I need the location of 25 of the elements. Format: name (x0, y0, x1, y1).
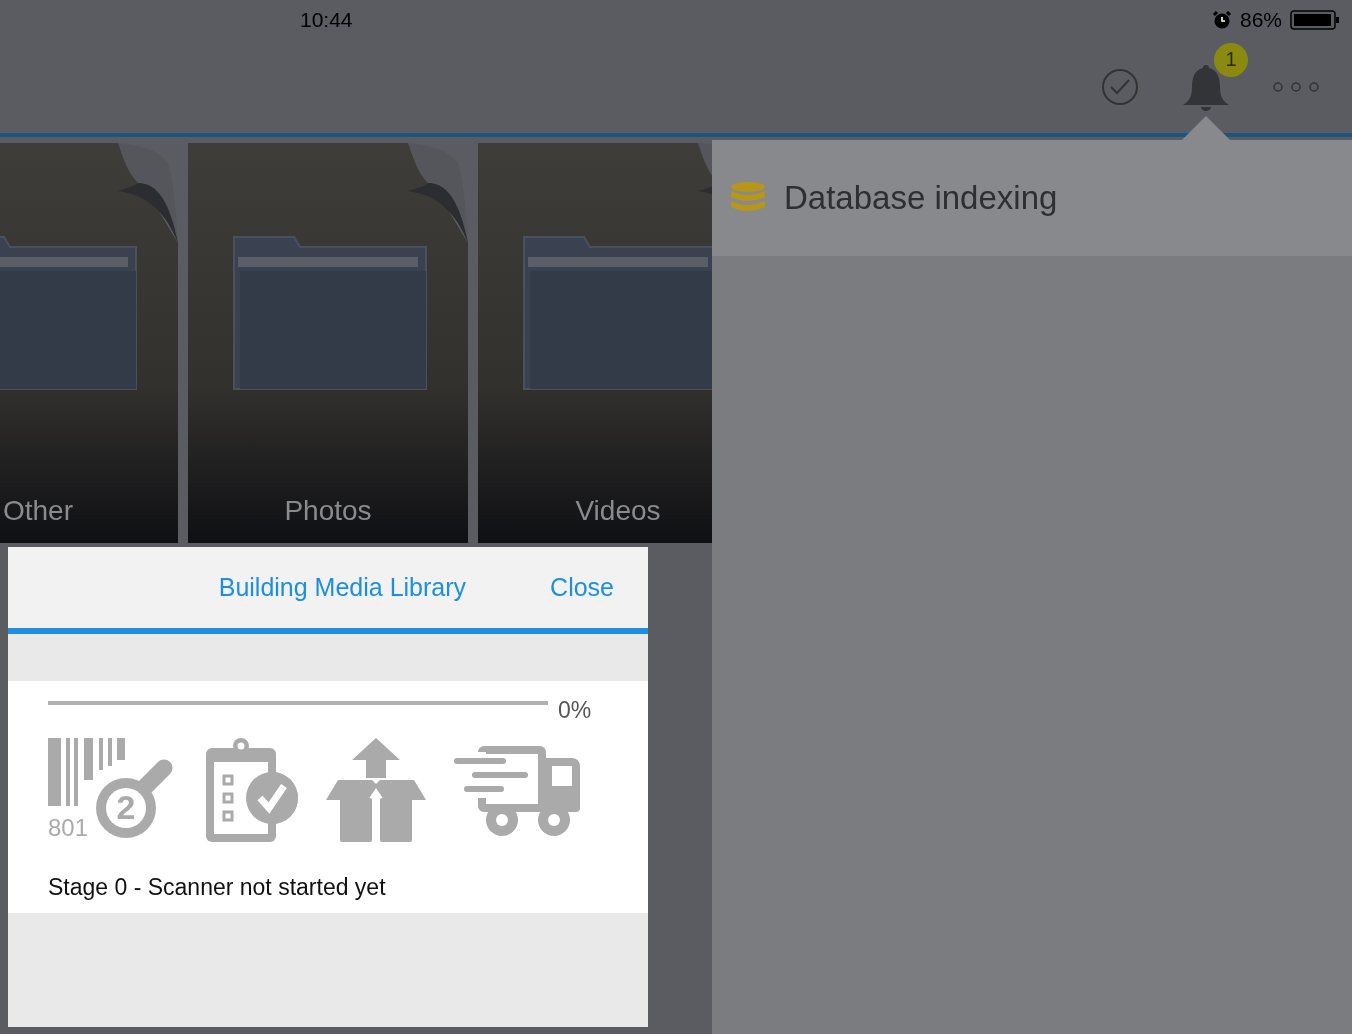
folder-tile[interactable]: Videos (478, 143, 712, 543)
battery-percentage: 86% (1239, 8, 1282, 32)
progress-percentage: 0% (558, 697, 592, 724)
folder-icon (230, 233, 430, 393)
box-upload-icon (326, 738, 426, 842)
dialog-title: Building Media Library (218, 573, 467, 602)
alarm-clock-icon (1211, 10, 1232, 30)
folder-label: Videos (575, 495, 661, 528)
folder-label: Other (3, 495, 73, 528)
folder-icon (0, 233, 140, 393)
folder-tile[interactable]: Photos (188, 143, 468, 543)
close-button[interactable]: Close (550, 573, 614, 602)
page-curl-icon (118, 143, 178, 243)
clipboard-checklist-icon (206, 738, 298, 842)
folder-icon (520, 233, 712, 393)
folder-tile[interactable]: Other (0, 143, 178, 543)
notification-badge: 1 (1214, 42, 1248, 77)
stage-status-text: Stage 0 - Scanner not started yet (48, 874, 387, 901)
status-time: 10:44 (300, 8, 353, 32)
checkmark-circle-icon[interactable] (1100, 66, 1140, 107)
battery-icon (1290, 9, 1340, 31)
more-icon[interactable] (1272, 80, 1320, 93)
notification-item[interactable]: Database indexing (712, 140, 1352, 256)
page-curl-icon (408, 143, 468, 243)
folder-label: Photos (284, 495, 372, 528)
